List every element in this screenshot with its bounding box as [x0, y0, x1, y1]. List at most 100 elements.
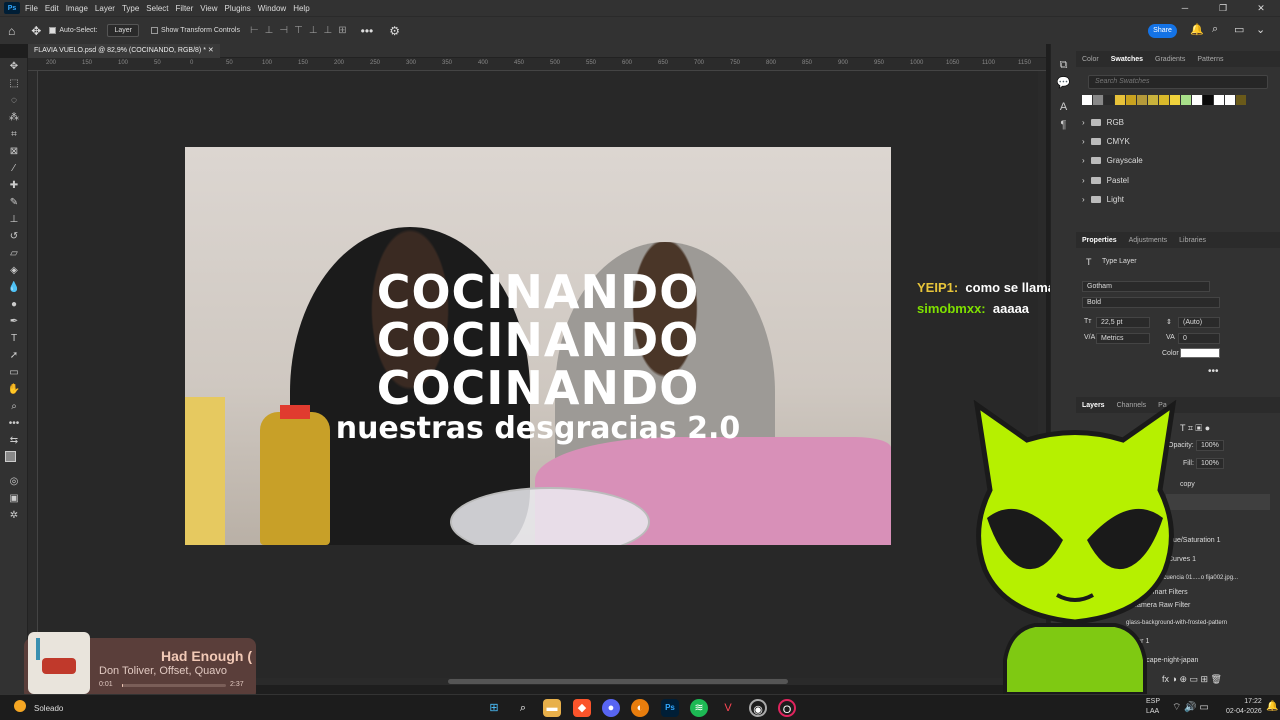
align-bottom-icon[interactable]: ⊥	[324, 25, 333, 36]
share-button[interactable]: Share	[1148, 24, 1177, 38]
file-explorer-icon[interactable]: ▬	[543, 699, 561, 717]
tab-adjustments[interactable]: Adjustments	[1129, 237, 1168, 244]
document-image[interactable]: COCINANDO COCINANDO COCINANDO nuestras d…	[185, 147, 891, 545]
swatch[interactable]	[1093, 95, 1103, 105]
swatch-folder[interactable]: › Light	[1082, 195, 1124, 204]
chevron-down-icon[interactable]: ⌄	[1256, 23, 1265, 36]
swatch[interactable]	[1115, 95, 1125, 105]
minimize-icon[interactable]: ─	[1166, 0, 1204, 16]
tab-libraries[interactable]: Libraries	[1179, 237, 1206, 244]
tab-color[interactable]: Color	[1082, 56, 1099, 63]
dodge-icon[interactable]: ●	[0, 296, 28, 313]
color-picker[interactable]	[0, 449, 27, 473]
text-color-swatch[interactable]	[1180, 348, 1220, 358]
eyedropper-icon[interactable]: ⁄	[0, 160, 28, 177]
swatch[interactable]	[1104, 95, 1114, 105]
screen-mode-icon[interactable]: ▣	[0, 490, 28, 507]
blender-icon[interactable]: ◐	[631, 699, 649, 717]
menu-type[interactable]: Type	[122, 4, 139, 13]
brush-icon[interactable]: ✎	[0, 194, 28, 211]
more-tools-icon[interactable]: •••	[0, 415, 28, 432]
menu-select[interactable]: Select	[146, 4, 168, 13]
swatch[interactable]	[1225, 95, 1235, 105]
move-tool-icon[interactable]: ✥	[31, 24, 41, 38]
windows-start-icon[interactable]: ⊞	[485, 699, 503, 717]
fill-input[interactable]: 100%	[1196, 458, 1224, 469]
swap-colors-icon[interactable]: ⇆	[0, 432, 28, 449]
photoshop-icon[interactable]: Ps	[661, 699, 679, 717]
maximize-icon[interactable]: ❐	[1204, 0, 1242, 16]
swatch-folder[interactable]: › Grayscale	[1082, 156, 1143, 165]
brave-icon[interactable]: ◆	[573, 699, 591, 717]
settings-gear-icon[interactable]: ⚙	[389, 24, 400, 38]
swatch[interactable]	[1203, 95, 1213, 105]
align-right-icon[interactable]: ⊣	[279, 25, 288, 36]
menu-window[interactable]: Window	[258, 4, 286, 13]
font-size-input[interactable]: 22,5 pt	[1096, 317, 1150, 328]
notification-icon[interactable]: 🔔	[1266, 701, 1278, 712]
font-family-select[interactable]: Gotham	[1082, 281, 1210, 292]
clock[interactable]: 17:22 02-04-2026	[1226, 697, 1262, 717]
eraser-icon[interactable]: ▱	[0, 245, 28, 262]
menu-file[interactable]: File	[25, 4, 38, 13]
swatch[interactable]	[1159, 95, 1169, 105]
input-language[interactable]: ESP LAA	[1146, 697, 1160, 717]
history-brush-icon[interactable]: ↺	[0, 228, 28, 245]
swatches-search-input[interactable]: Search Swatches	[1088, 75, 1268, 89]
tab-patterns[interactable]: Patterns	[1197, 56, 1223, 63]
steam-icon[interactable]: ◉	[749, 699, 767, 717]
foreground-color[interactable]	[5, 451, 16, 462]
home-icon[interactable]: ⌂	[8, 24, 15, 38]
swatch-folder[interactable]: › Pastel	[1082, 176, 1129, 185]
align-center-icon[interactable]: ⊥	[265, 25, 274, 36]
character-icon[interactable]: A	[1051, 98, 1076, 116]
swatch[interactable]	[1181, 95, 1191, 105]
shape-icon[interactable]: ▭	[0, 364, 28, 381]
menu-filter[interactable]: Filter	[176, 4, 194, 13]
swatch[interactable]	[1148, 95, 1158, 105]
frame-icon[interactable]: ⊠	[0, 143, 28, 160]
tab-gradients[interactable]: Gradients	[1155, 56, 1185, 63]
workspace-icon[interactable]: ▭	[1234, 23, 1244, 36]
align-top-icon[interactable]: ⊤	[294, 25, 303, 36]
close-tab-icon[interactable]: ✕	[208, 47, 214, 54]
distribute-icon[interactable]: ⊞	[338, 25, 346, 36]
menu-plugins[interactable]: Plugins	[225, 4, 251, 13]
lasso-icon[interactable]: ◌	[0, 92, 28, 109]
auto-select-checkbox[interactable]	[49, 27, 57, 34]
track-progress-bar[interactable]	[122, 684, 226, 687]
menu-view[interactable]: View	[200, 4, 217, 13]
opacity-input[interactable]: 100%	[1196, 440, 1224, 451]
search-icon[interactable]: ⌕	[1212, 23, 1218, 36]
generative-icon[interactable]: ✲	[0, 507, 28, 524]
menu-help[interactable]: Help	[293, 4, 309, 13]
document-tab[interactable]: FLAVIA VUELO.psd @ 82,9% (COCINANDO, RGB…	[28, 44, 220, 58]
paragraph-icon[interactable]: ¶	[1051, 116, 1076, 134]
healing-icon[interactable]: ✚	[0, 177, 28, 194]
now-playing-widget[interactable]: Had Enough ( Don Toliver, Offset, Quavo …	[24, 632, 256, 700]
quick-mask-icon[interactable]: ◎	[0, 473, 28, 490]
zoom-icon[interactable]: ⌕	[0, 398, 28, 415]
more-options-icon[interactable]: •••	[361, 24, 374, 38]
blur-icon[interactable]: 💧	[0, 279, 28, 296]
tab-swatches[interactable]: Swatches	[1111, 56, 1143, 63]
pen-icon[interactable]: ✒	[0, 313, 28, 330]
type-icon[interactable]: T	[0, 330, 28, 347]
tab-properties[interactable]: Properties	[1082, 237, 1117, 244]
swatch-folder[interactable]: › RGB	[1082, 118, 1124, 127]
swatch[interactable]	[1170, 95, 1180, 105]
menu-edit[interactable]: Edit	[45, 4, 59, 13]
swatch[interactable]	[1137, 95, 1147, 105]
swatch-folder[interactable]: › CMYK	[1082, 137, 1130, 146]
scrollbar-thumb[interactable]	[448, 679, 788, 684]
swatch[interactable]	[1192, 95, 1202, 105]
photoshop-logo-icon[interactable]: Ps	[4, 2, 20, 14]
comments-icon[interactable]: 💬	[1051, 74, 1076, 92]
stamp-icon[interactable]: ⊥	[0, 211, 28, 228]
leading-input[interactable]: (Auto)	[1178, 317, 1220, 328]
swatch[interactable]	[1214, 95, 1224, 105]
crop-icon[interactable]: ⌗	[0, 126, 28, 143]
discord-icon[interactable]: ●	[602, 699, 620, 717]
menu-layer[interactable]: Layer	[95, 4, 115, 13]
swatch[interactable]	[1126, 95, 1136, 105]
